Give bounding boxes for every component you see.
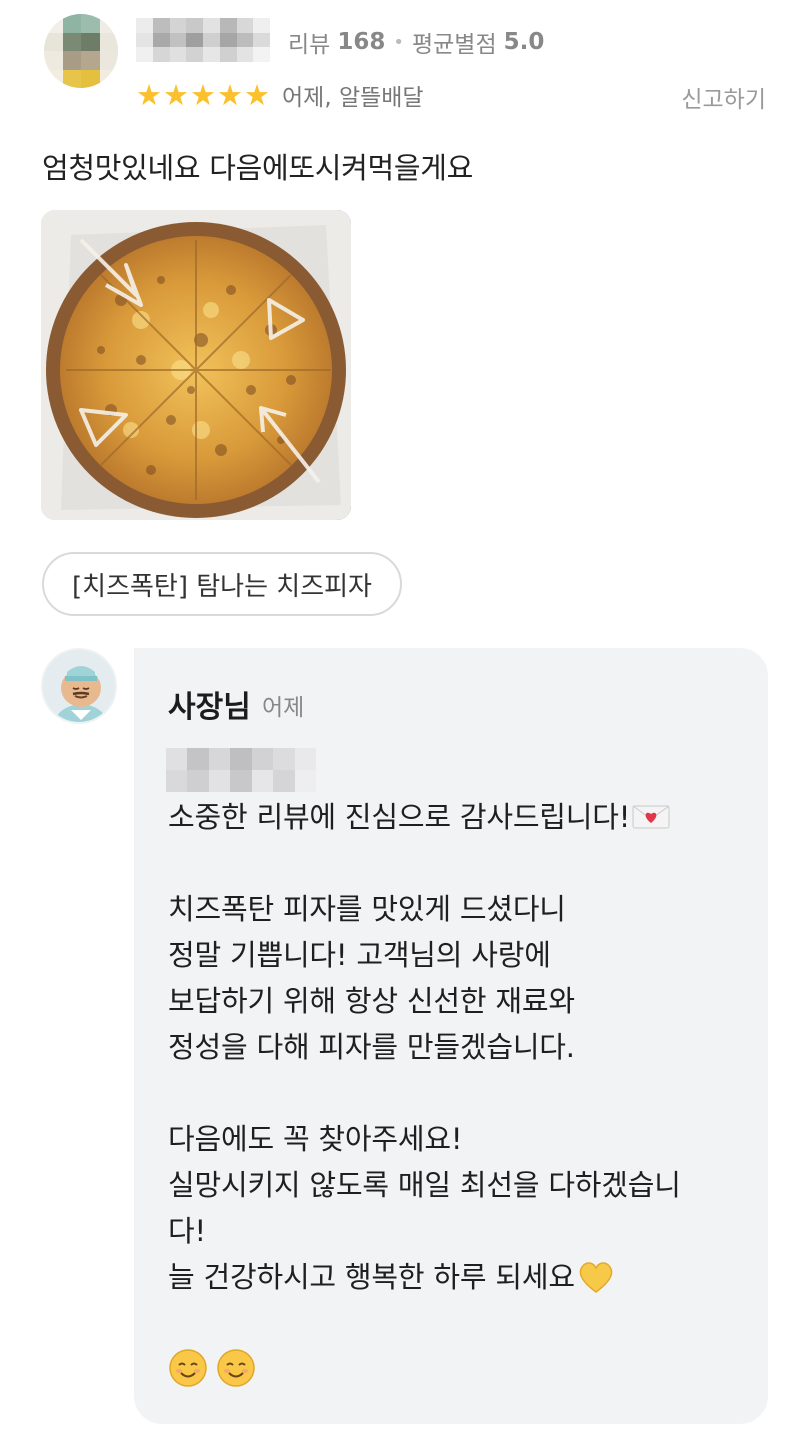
cheese-pizza-in-box-photo	[41, 210, 351, 520]
blurred-customer-name	[166, 748, 316, 792]
star-rating: ★ ★ ★ ★ ★	[136, 77, 270, 112]
review-text: 엄청맛있네요 다음에또시켜먹을게요	[42, 151, 473, 185]
avg-rating: 5.0	[503, 29, 545, 55]
review-photo[interactable]	[41, 210, 351, 520]
yellow-heart-icon	[579, 1262, 613, 1293]
reply-line-1: 소중한 리뷰에 진심으로 감사드립니다!	[168, 794, 670, 836]
separator-dot: •	[393, 31, 404, 53]
reply-line-4: 보답하기 위해 항상 신선한 재료와	[168, 984, 575, 1018]
reviewer-stats: 리뷰 168 • 평균별점 5.0	[288, 26, 544, 58]
owner-name: 사장님	[168, 690, 251, 725]
reply-text: 소중한 리뷰에 진심으로 감사드립니다!	[168, 800, 631, 834]
reply-line-6: 다음에도 꼭 찾아주세요!	[168, 1122, 463, 1156]
reply-line-2: 치즈폭탄 피자를 맛있게 드셨다니	[168, 892, 566, 926]
reply-line-9: 늘 건강하시고 행복한 하루 되세요	[168, 1254, 615, 1296]
owner-reply-date: 어제	[262, 695, 305, 721]
review-count-label: 리뷰	[288, 32, 331, 58]
menu-chip[interactable]: [치즈폭탄] 탐나는 치즈피자	[42, 552, 402, 616]
reviewer-name-blurred	[136, 18, 270, 62]
smiling-face-icon	[169, 1349, 207, 1387]
love-letter-icon	[632, 805, 670, 829]
reply-line-8: 다!	[168, 1214, 206, 1248]
review-date: 어제	[282, 85, 325, 111]
reply-line-3: 정말 기쁩니다! 고객님의 사랑에	[168, 938, 551, 972]
star-icon: ★	[190, 77, 216, 112]
star-icon: ★	[244, 77, 270, 112]
star-icon: ★	[163, 77, 189, 112]
reply-line-5: 정성을 다해 피자를 만들겠습니다.	[168, 1030, 575, 1064]
reply-line-7: 실망시키지 않도록 매일 최선을 다하겠습니	[168, 1168, 681, 1202]
cartoon-owner-icon	[43, 650, 115, 722]
owner-avatar	[41, 648, 117, 724]
reviewer-avatar[interactable]	[44, 14, 118, 88]
order-type: 알뜰배달	[338, 85, 424, 111]
blurred-profile-photo	[44, 14, 118, 88]
rating-row: ★ ★ ★ ★ ★ 어제, 알뜰배달	[136, 78, 424, 112]
star-icon: ★	[217, 77, 243, 112]
review-meta: 어제, 알뜰배달	[282, 85, 424, 111]
star-icon: ★	[136, 77, 162, 112]
report-button[interactable]: 신고하기	[681, 80, 766, 114]
smiling-face-icon	[217, 1349, 255, 1387]
avg-rating-label: 평균별점	[411, 32, 497, 58]
review-count: 168	[337, 29, 386, 55]
reply-text: 늘 건강하시고 행복한 하루 되세요	[168, 1260, 575, 1294]
reply-emoji-row	[168, 1348, 256, 1388]
